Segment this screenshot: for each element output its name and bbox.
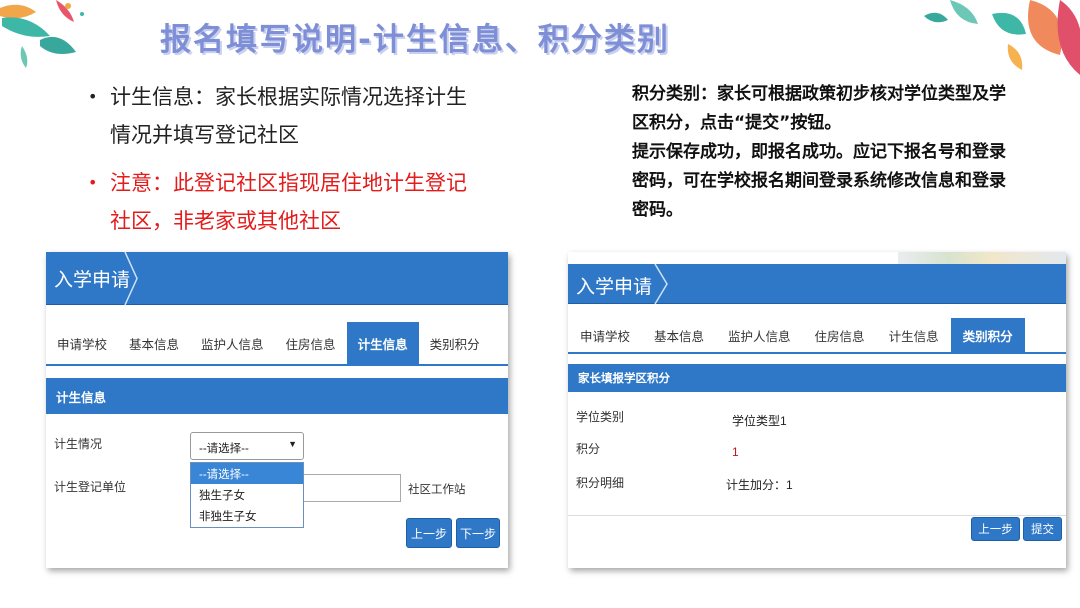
degree-category-value: 学位类型1	[732, 414, 787, 428]
tab-housing-info[interactable]: 住房信息	[803, 318, 877, 352]
bullet-text: 注意：此登记社区指现居住地计生登记社区，非老家或其他社区	[110, 171, 467, 233]
tab-guardian-info[interactable]: 监护人信息	[716, 318, 803, 352]
description-paragraph: 积分类别：家长可根据政策初步核对学位类型及学区积分，点击“提交”按钮。	[632, 84, 1006, 133]
map-background-strip	[898, 252, 1066, 264]
tab-family-planning[interactable]: 计生信息	[346, 322, 419, 364]
description-paragraph: 提示保存成功，即报名成功。应记下报名号和登录密码，可在学校报名期间登录系统修改信…	[632, 142, 1006, 220]
family-planning-dropdown: --请选择-- 独生子女 非独生子女	[190, 462, 304, 528]
right-description: 积分类别：家长可根据政策初步核对学位类型及学区积分，点击“提交”按钮。 提示保存…	[632, 80, 1012, 225]
app-title: 入学申请	[576, 277, 653, 298]
chevron-right-icon	[124, 252, 138, 305]
app-header: 入学申请	[568, 264, 1066, 304]
caret-down-icon: ▼	[288, 439, 297, 449]
tab-school[interactable]: 申请学校	[46, 322, 118, 364]
select-value: --请选择--	[199, 443, 249, 455]
leaf-decoration-top-left	[0, 0, 84, 68]
points-detail-value: 计生加分：1	[726, 478, 793, 492]
screenshot-family-planning: 入学申请 申请学校 基本信息 监护人信息 住房信息 计生信息 类别积分 计生信息…	[46, 252, 508, 568]
tab-bar: 申请学校 基本信息 监护人信息 住房信息 计生信息 类别积分	[46, 322, 508, 366]
section-title: 计生信息	[46, 378, 508, 414]
bullet-item-warning: • 注意：此登记社区指现居住地计生登记社区，非老家或其他社区	[88, 164, 468, 240]
tab-housing-info[interactable]: 住房信息	[275, 322, 347, 364]
points-value: 1	[732, 445, 739, 459]
next-step-button[interactable]: 下一步	[456, 518, 500, 548]
section-title: 家长填报学区积分	[568, 364, 1066, 392]
bullet-dot-icon: •	[88, 173, 98, 192]
prev-step-button[interactable]: 上一步	[971, 517, 1020, 541]
tab-category-points[interactable]: 类别积分	[950, 318, 1025, 352]
leaf-decoration-top-right	[924, 0, 1080, 75]
bullet-dot-icon: •	[88, 87, 98, 106]
screenshot-category-points: 入学申请 申请学校 基本信息 监护人信息 住房信息 计生信息 类别积分 家长填报…	[568, 252, 1066, 568]
degree-category-label: 学位类别	[576, 410, 625, 424]
slide-title: 报名填写说明-计生信息、积分类别	[160, 22, 670, 58]
bullet-item: • 计生信息：家长根据实际情况选择计生情况并填写登记社区	[88, 78, 468, 154]
points-label: 积分	[576, 442, 601, 456]
app-header: 入学申请	[46, 252, 508, 305]
points-detail-label: 积分明细	[576, 476, 625, 490]
dropdown-option[interactable]: --请选择--	[191, 463, 303, 484]
app-title: 入学申请	[54, 270, 131, 291]
tab-school[interactable]: 申请学校	[568, 318, 642, 352]
tab-category-points[interactable]: 类别积分	[419, 322, 491, 364]
chevron-right-icon	[654, 264, 668, 304]
registration-unit-label: 计生登记单位	[54, 480, 127, 494]
points-body	[568, 392, 1066, 516]
tab-basic-info[interactable]: 基本信息	[642, 318, 716, 352]
tab-guardian-info[interactable]: 监护人信息	[190, 322, 275, 364]
submit-button[interactable]: 提交	[1023, 517, 1062, 541]
tab-basic-info[interactable]: 基本信息	[118, 322, 190, 364]
tab-family-planning[interactable]: 计生信息	[877, 318, 951, 352]
family-planning-status-label: 计生情况	[54, 437, 103, 451]
dropdown-option[interactable]: 非独生子女	[191, 505, 303, 526]
prev-step-button[interactable]: 上一步	[406, 518, 452, 548]
community-station-addon: 社区工作站	[408, 484, 466, 496]
dropdown-option[interactable]: 独生子女	[191, 484, 303, 505]
bullet-list: • 计生信息：家长根据实际情况选择计生情况并填写登记社区 • 注意：此登记社区指…	[88, 78, 468, 250]
family-planning-status-select[interactable]: --请选择-- ▼	[190, 432, 304, 460]
bullet-text: 计生信息：家长根据实际情况选择计生情况并填写登记社区	[110, 85, 467, 147]
tab-bar: 申请学校 基本信息 监护人信息 住房信息 计生信息 类别积分	[568, 318, 1066, 354]
